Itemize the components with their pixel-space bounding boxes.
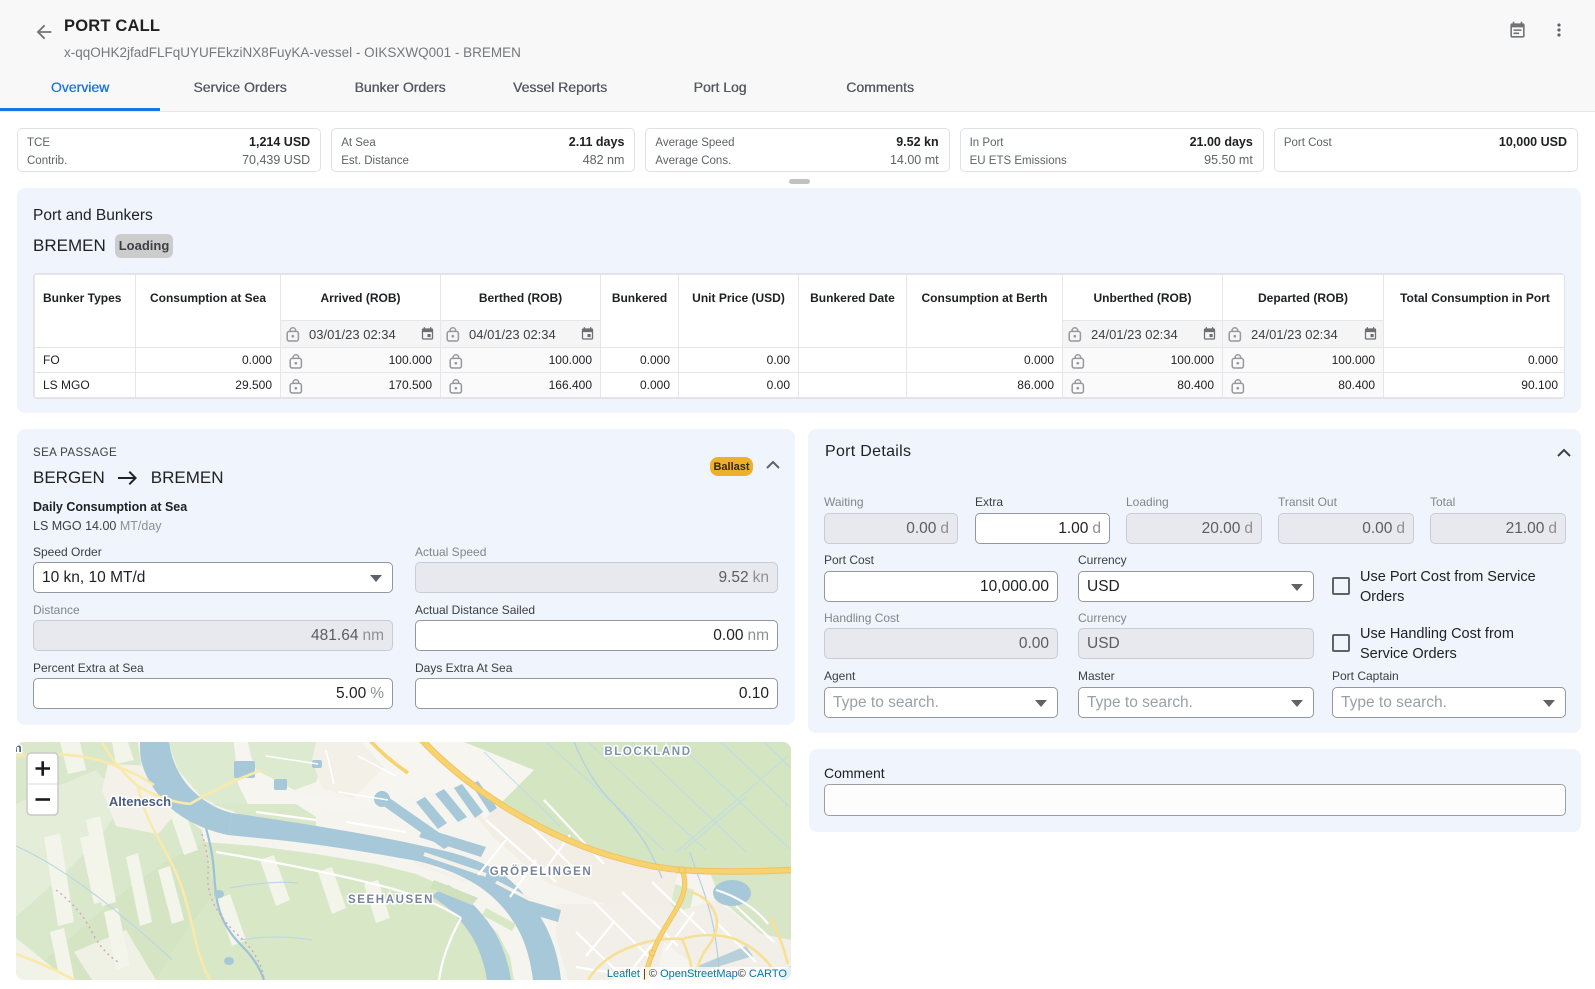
svg-text:SEEHAUSEN: SEEHAUSEN: [348, 894, 434, 906]
svg-text:n: n: [16, 742, 22, 755]
svg-text:Leaflet | © OpenStreetMap© CAR: Leaflet | © OpenStreetMap© CARTO: [607, 968, 788, 980]
svg-text:Altenesch: Altenesch: [109, 794, 171, 809]
svg-text:GRÖPELINGEN: GRÖPELINGEN: [490, 865, 593, 878]
svg-text:BLOCKLAND: BLOCKLAND: [604, 746, 691, 758]
